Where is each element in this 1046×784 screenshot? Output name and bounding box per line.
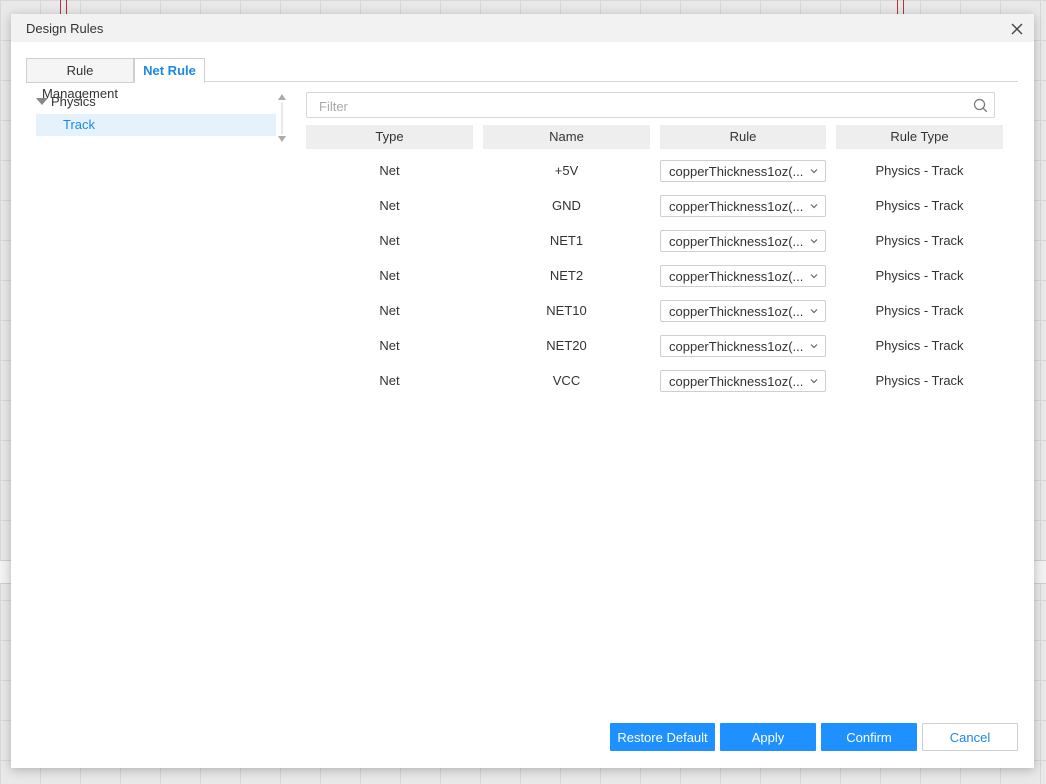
- cell-type: Net: [379, 198, 400, 213]
- cell-type: Net: [379, 163, 400, 178]
- cancel-button[interactable]: Cancel: [922, 723, 1018, 751]
- chevron-down-icon: [810, 274, 818, 279]
- cell-name: GND: [552, 198, 581, 213]
- rule-select[interactable]: copperThickness1oz(...: [660, 335, 826, 357]
- tree-item-physics[interactable]: Physics: [51, 91, 96, 113]
- restore-default-button[interactable]: Restore Default: [610, 723, 715, 751]
- net-rule-table: Type Name Rule Rule Type Net +5V copperT…: [306, 125, 1003, 398]
- background-trace: [903, 0, 904, 14]
- cell-name: +5V: [554, 163, 579, 178]
- chevron-down-icon: [810, 309, 818, 314]
- rule-select-value: copperThickness1oz(...: [669, 374, 804, 389]
- rule-select-value: copperThickness1oz(...: [669, 199, 804, 214]
- scroll-track[interactable]: [281, 102, 283, 134]
- cell-name: NET20: [546, 338, 587, 353]
- rule-tree: Physics Track: [26, 90, 286, 146]
- rule-select[interactable]: copperThickness1oz(...: [660, 160, 826, 182]
- cell-type: Net: [379, 268, 400, 283]
- tree-item-track[interactable]: Track: [36, 114, 276, 136]
- cell-rule-type: Physics - Track: [875, 233, 964, 248]
- rule-select-value: copperThickness1oz(...: [669, 304, 804, 319]
- cell-rule-type: Physics - Track: [875, 338, 964, 353]
- table-row: Net NET2 copperThickness1oz(... Physics …: [306, 258, 1003, 293]
- rule-select[interactable]: copperThickness1oz(...: [660, 370, 826, 392]
- chevron-down-icon: [810, 379, 818, 384]
- cell-name: VCC: [552, 373, 581, 388]
- cell-rule-type: Physics - Track: [875, 373, 964, 388]
- tab-bar: Rule Management Net Rule: [26, 58, 1018, 101]
- cell-rule-type: Physics - Track: [875, 163, 964, 178]
- column-header-rule: Rule: [660, 125, 826, 149]
- cell-type: Net: [379, 303, 400, 318]
- chevron-down-icon: [810, 204, 818, 209]
- tab-net-rule[interactable]: Net Rule: [134, 58, 205, 83]
- cell-rule-type: Physics - Track: [875, 198, 964, 213]
- table-body: Net +5V copperThickness1oz(... Physics -…: [306, 153, 1003, 398]
- rule-select-value: copperThickness1oz(...: [669, 339, 804, 354]
- cell-rule-type: Physics - Track: [875, 303, 964, 318]
- cell-name: NET1: [549, 233, 584, 248]
- cell-type: Net: [379, 373, 400, 388]
- table-row: Net NET20 copperThickness1oz(... Physics…: [306, 328, 1003, 363]
- dialog-footer: Restore Default Apply Confirm Cancel: [11, 723, 1034, 751]
- search-icon[interactable]: [973, 98, 988, 113]
- cell-rule-type: Physics - Track: [875, 268, 964, 283]
- scroll-up-icon[interactable]: [278, 94, 286, 100]
- table-row: Net +5V copperThickness1oz(... Physics -…: [306, 153, 1003, 188]
- tab-rule-management[interactable]: Rule Management: [26, 58, 134, 101]
- rule-select-value: copperThickness1oz(...: [669, 269, 804, 284]
- background-trace: [66, 0, 67, 14]
- rule-select[interactable]: copperThickness1oz(...: [660, 195, 826, 217]
- rule-select[interactable]: copperThickness1oz(...: [660, 300, 826, 322]
- column-header-type: Type: [306, 125, 473, 149]
- table-row: Net GND copperThickness1oz(... Physics -…: [306, 188, 1003, 223]
- cell-type: Net: [379, 338, 400, 353]
- chevron-down-icon: [810, 169, 818, 174]
- cell-name: NET2: [549, 268, 584, 283]
- background-trace: [897, 0, 898, 14]
- rule-select-value: copperThickness1oz(...: [669, 234, 804, 249]
- rule-select[interactable]: copperThickness1oz(...: [660, 265, 826, 287]
- filter-box: [306, 92, 995, 118]
- table-row: Net NET1 copperThickness1oz(... Physics …: [306, 223, 1003, 258]
- cell-name: NET10: [546, 303, 587, 318]
- cell-type: Net: [379, 233, 400, 248]
- design-rules-dialog: Design Rules Rule Management Net Rule Ph…: [11, 14, 1034, 768]
- rule-select[interactable]: copperThickness1oz(...: [660, 230, 826, 252]
- caret-down-icon[interactable]: [36, 98, 48, 105]
- dialog-title: Design Rules: [26, 21, 104, 36]
- chevron-down-icon: [810, 239, 818, 244]
- close-icon: [1011, 23, 1023, 35]
- confirm-button[interactable]: Confirm: [821, 723, 917, 751]
- filter-input[interactable]: [317, 97, 957, 115]
- table-row: Net NET10 copperThickness1oz(... Physics…: [306, 293, 1003, 328]
- scroll-down-icon[interactable]: [278, 136, 286, 142]
- dialog-titlebar: Design Rules: [11, 14, 1034, 42]
- column-header-rule-type: Rule Type: [836, 125, 1003, 149]
- close-button[interactable]: [1006, 18, 1028, 40]
- chevron-down-icon: [810, 344, 818, 349]
- apply-button[interactable]: Apply: [720, 723, 816, 751]
- column-header-name: Name: [483, 125, 650, 149]
- tree-scrollbar[interactable]: [276, 92, 288, 144]
- background-trace: [60, 0, 61, 14]
- table-header: Type Name Rule Rule Type: [306, 125, 1003, 149]
- rule-select-value: copperThickness1oz(...: [669, 164, 804, 179]
- table-row: Net VCC copperThickness1oz(... Physics -…: [306, 363, 1003, 398]
